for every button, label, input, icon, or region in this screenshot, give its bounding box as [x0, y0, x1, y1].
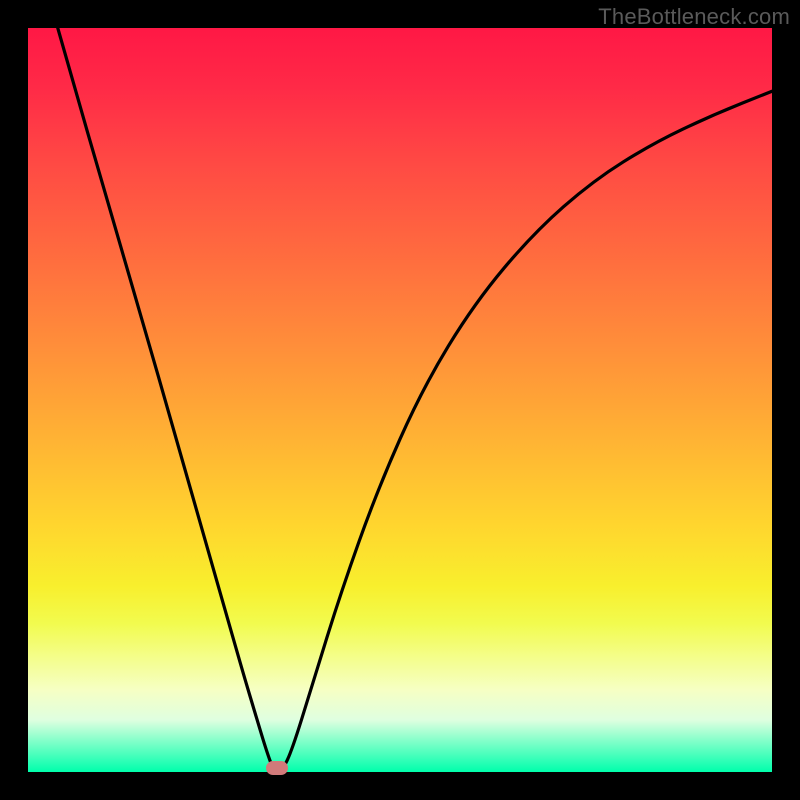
curve-layer [28, 28, 772, 772]
chart-frame: TheBottleneck.com [0, 0, 800, 800]
bottleneck-curve [58, 28, 772, 771]
plot-area [28, 28, 772, 772]
watermark-text: TheBottleneck.com [598, 4, 790, 30]
optimal-point-marker [266, 761, 288, 775]
